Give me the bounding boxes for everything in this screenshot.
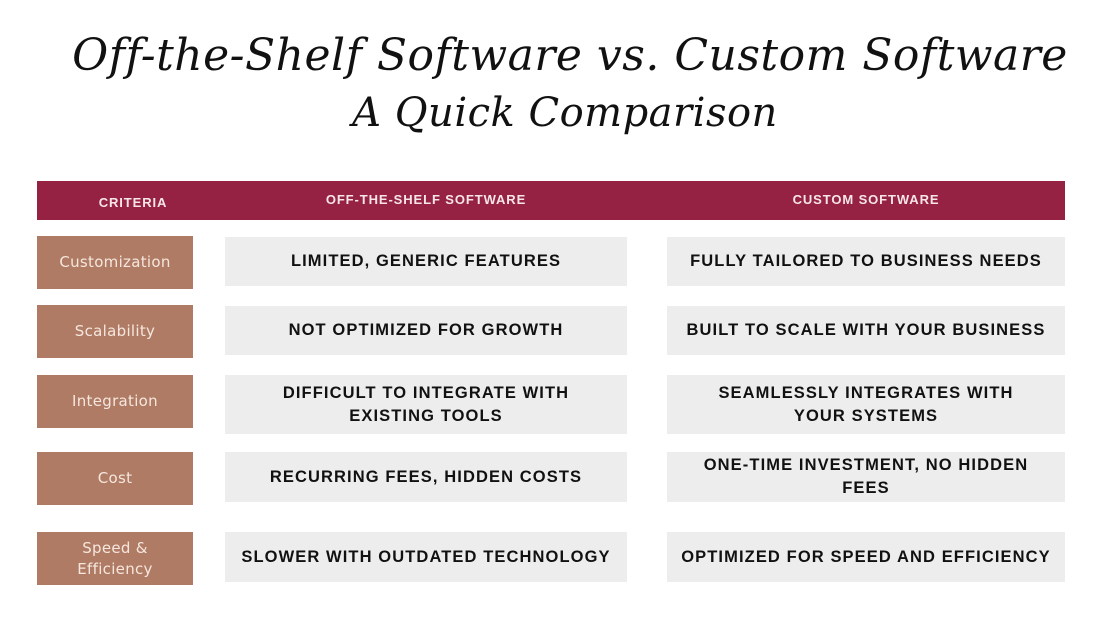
off-the-shelf-cell: SLOWER WITH OUTDATED TECHNOLOGY: [225, 532, 627, 582]
criteria-customization: Customization: [37, 236, 193, 289]
custom-cell: SEAMLESSLY INTEGRATES WITH YOUR SYSTEMS: [667, 375, 1065, 434]
off-the-shelf-cell: DIFFICULT TO INTEGRATE WITH EXISTING TOO…: [225, 375, 627, 434]
header-off-the-shelf: OFF-THE-SHELF SOFTWARE: [325, 192, 527, 207]
table-header: CRITERIA OFF-THE-SHELF SOFTWARE CUSTOM S…: [37, 181, 1065, 220]
criteria-speed-efficiency: Speed & Efficiency: [37, 532, 193, 585]
criteria-cost: Cost: [37, 452, 193, 505]
custom-cell: OPTIMIZED FOR SPEED AND EFFICIENCY: [667, 532, 1065, 582]
custom-cell: ONE-TIME INVESTMENT, NO HIDDEN FEES: [667, 452, 1065, 502]
custom-cell: FULLY TAILORED TO BUSINESS NEEDS: [667, 237, 1065, 286]
off-the-shelf-cell: RECURRING FEES, HIDDEN COSTS: [225, 452, 627, 502]
page-subtitle: A Quick Comparison: [352, 90, 778, 136]
custom-cell: BUILT TO SCALE WITH YOUR BUSINESS: [667, 306, 1065, 355]
off-the-shelf-cell: NOT OPTIMIZED FOR GROWTH: [225, 306, 627, 355]
header-criteria: CRITERIA: [98, 195, 168, 210]
criteria-integration: Integration: [37, 375, 193, 428]
criteria-scalability: Scalability: [37, 305, 193, 358]
off-the-shelf-cell: LIMITED, GENERIC FEATURES: [225, 237, 627, 286]
header-custom: CUSTOM SOFTWARE: [792, 192, 940, 207]
page-title: Off-the-Shelf Software vs. Custom Softwa…: [72, 30, 1068, 81]
